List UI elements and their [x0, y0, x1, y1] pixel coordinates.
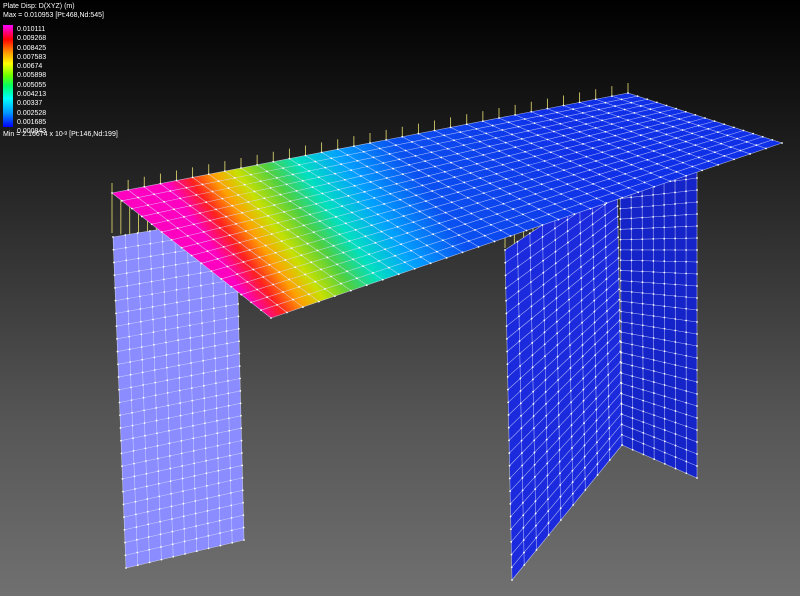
legend-value: 0.00674	[17, 63, 43, 71]
legend-value: 0.009268	[17, 35, 47, 43]
legend-value: 0.00337	[17, 100, 43, 108]
legend-value: 0.008425	[17, 44, 47, 52]
legend-title: Plate Disp: D(XYZ) (m)	[3, 3, 75, 10]
legend-value: 0.004213	[17, 91, 47, 99]
legend-scale: 0.010111 0.009268 0.008425 0.007583 0.00…	[3, 25, 104, 135]
right-wall-front	[504, 174, 623, 581]
legend-value: 0.001685	[17, 118, 47, 126]
3d-viewport[interactable]: Plate Disp: D(XYZ) (m) Max = 0.010953 [P…	[0, 0, 800, 596]
right-wall-side	[619, 165, 698, 479]
legend-value: 0.005055	[17, 81, 47, 89]
legend-max: Max = 0.010953 [Pt:468,Nd:545]	[3, 12, 104, 19]
displacement-legend: Plate Disp: D(XYZ) (m) Max = 0.010953 [P…	[3, 2, 118, 138]
plate-model	[111, 83, 783, 581]
legend-value: 0.005898	[17, 72, 47, 80]
legend-value: 0.010111	[17, 26, 46, 33]
legend-color-bar	[3, 25, 13, 127]
legend-value: 0.002528	[17, 109, 47, 117]
legend-value: 0.007583	[17, 53, 47, 61]
legend-min: Min = 2.16674 x 10-9 [Pt:146,Nd:199]	[3, 131, 118, 138]
